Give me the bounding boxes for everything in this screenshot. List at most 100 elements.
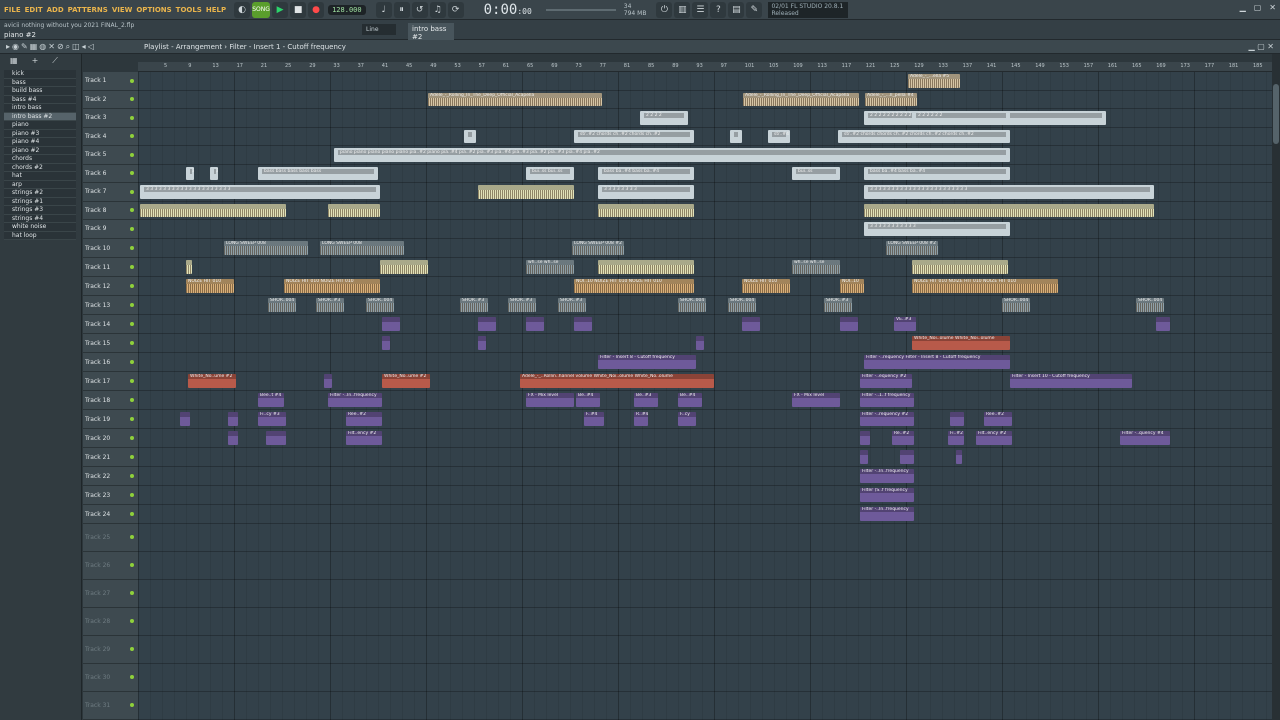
channel-item[interactable]: white noise (4, 223, 76, 232)
track-header[interactable]: Track 8 (83, 202, 138, 220)
auto-clip[interactable] (382, 316, 400, 331)
synth-clip[interactable] (478, 185, 574, 199)
track-header[interactable]: Track 20 (83, 429, 138, 448)
fx-clip[interactable]: White_No..ume #2 (382, 373, 430, 388)
synth-clip[interactable] (140, 203, 286, 217)
track-mute-led[interactable] (130, 378, 134, 383)
noise-clip[interactable]: NOIZE HIT 010 (742, 278, 790, 293)
channel-item[interactable]: hat loop (4, 231, 76, 240)
sweep-clip[interactable]: SHOR..#3 (558, 297, 586, 312)
track-mute-led[interactable] (130, 619, 134, 623)
auto-clip[interactable] (956, 449, 962, 464)
sweep-clip[interactable]: wh..se wh..se (792, 259, 840, 274)
track-header[interactable]: Track 18 (83, 391, 138, 410)
track-mute-led[interactable] (130, 189, 134, 194)
channel-item[interactable]: chords (4, 155, 76, 164)
track-header[interactable]: Track 5 (83, 146, 138, 165)
track-header[interactable]: Track 13 (83, 296, 138, 315)
countdown-icon[interactable]: ↺ (411, 1, 428, 18)
track-mute-led[interactable] (130, 397, 134, 402)
track-header[interactable]: Track 24 (83, 505, 138, 524)
timeline-ruler[interactable]: 5 9 13 17 21 25 29 33 37 41 45 49 53 57 61 65 69 73 77 81 85… (138, 62, 1272, 72)
pattern-clip[interactable]: str..#2 chords chords ch..#2 chords ch..… (838, 129, 1010, 143)
pattern-clip[interactable]: 3 3 3 3 3 3 3 3 3 3 3 3 3 3 3 3 3 3 3 3 (140, 185, 380, 199)
track-mute-led[interactable] (130, 302, 134, 307)
synth-clip[interactable] (328, 203, 380, 217)
track-header[interactable]: Track 11 (83, 258, 138, 277)
pattern-clip[interactable]: 2 2 2 2 (640, 111, 688, 125)
pattern-clip[interactable]: 3 3 3 3 3 3 3 3 3 3 3 3 3 3 3 3 3 3 3 3 … (864, 185, 1154, 199)
track-header[interactable]: Track 29 (83, 636, 138, 664)
menu-view[interactable]: VIEW (112, 6, 133, 14)
picker-add-icon[interactable]: + (32, 56, 39, 68)
channel-item[interactable]: hat (4, 172, 76, 181)
track-header[interactable]: Track 26 (83, 552, 138, 580)
pattern-clip[interactable]: 3 3 3 3 3 3 3 3 3 3 3 (864, 222, 1010, 236)
track-mute-led[interactable] (130, 675, 134, 679)
song-mode-button[interactable]: SONG (252, 1, 271, 18)
track-header[interactable]: Track 16 (83, 353, 138, 372)
pattern-clip[interactable]: 2 2 2 2 2 2 (912, 111, 1010, 125)
channel-item[interactable]: chords #2 (4, 163, 76, 172)
audio-clip[interactable]: Adele_-_Rolling_In_The_Deep_Official_Aca… (428, 92, 602, 106)
track-mute-led[interactable] (130, 454, 134, 459)
auto-clip[interactable] (1156, 316, 1170, 331)
track-mute-led[interactable] (130, 264, 134, 269)
noise-clip[interactable]: NOIZE HIT 010 (186, 278, 234, 293)
track-header[interactable]: Track 12 (83, 277, 138, 296)
track-header[interactable]: Track 28 (83, 608, 138, 636)
auto-clip[interactable]: F..cy (678, 411, 696, 426)
track-mute-led[interactable] (130, 283, 134, 288)
save-icon[interactable]: ▤ (728, 1, 745, 18)
noise-clip[interactable]: NOIZE HIT 010 NOIZE HIT 010 (284, 278, 380, 293)
pattern-clip[interactable]: bui..ss (792, 166, 840, 180)
auto-clip[interactable] (266, 430, 286, 445)
vertical-scrollbar[interactable] (1272, 54, 1280, 720)
fx-clip[interactable]: White_Noi..olume White_Noi..olume (912, 335, 1010, 350)
channel-item[interactable]: kick (4, 70, 76, 79)
maximize-icon[interactable]: ▢ (1254, 3, 1262, 12)
channel-item[interactable]: piano #4 (4, 138, 76, 147)
pattern-clip[interactable] (730, 129, 742, 143)
sweep-clip[interactable]: LONG SWEEP 008 (224, 240, 308, 255)
menu-tools[interactable]: TOOLS (176, 6, 202, 14)
sweep-clip[interactable]: wh..se wh..se (526, 259, 574, 274)
track-header[interactable]: Track 21 (83, 448, 138, 467)
auto-clip[interactable] (382, 335, 390, 350)
plugin-icon[interactable]: ✎ (746, 1, 763, 18)
auto-clip[interactable]: Bee..t #4 (258, 392, 284, 407)
track-mute-led[interactable] (130, 492, 134, 497)
track-header[interactable]: Track 7 (83, 183, 138, 202)
wait-input-icon[interactable]: ⏸ (393, 1, 410, 18)
channel-item[interactable]: build bass (4, 87, 76, 96)
synth-clip[interactable] (380, 259, 428, 274)
auto-clip[interactable] (478, 316, 496, 331)
playlist-window-controls[interactable]: ▁ ▢ ✕ (1249, 42, 1275, 51)
sweep-clip[interactable]: SHOR..004 (366, 297, 394, 312)
track-mute-led[interactable] (130, 171, 134, 176)
auto-clip[interactable]: Filter - Insert 10 - Cutoff frequency (1010, 373, 1132, 388)
track-mute-led[interactable] (130, 134, 134, 139)
playlist-tools-icon[interactable]: ▸◉✎▦◍✕⊘⌕◫◂◁ (6, 42, 96, 52)
synth-clip[interactable] (598, 259, 694, 274)
pattern-clip[interactable]: str..#2 chords ch..#2 chords ch..#2 (574, 129, 694, 143)
sweep-clip[interactable]: SHOR..#3 (508, 297, 536, 312)
track-header[interactable]: Track 4 (83, 128, 138, 146)
audio-clip[interactable]: Adele_-_Rolling_In_The_Deep_Official_Aca… (743, 92, 859, 106)
track-header[interactable]: Track 25 (83, 524, 138, 552)
fx-clip[interactable]: White_No..ume #2 (188, 373, 236, 388)
sweep-clip[interactable]: SHOR..004 (1002, 297, 1030, 312)
auto-clip[interactable]: Filt..ency #2 (346, 430, 382, 445)
channel-item[interactable]: piano (4, 121, 76, 130)
synth-clip[interactable] (598, 203, 694, 217)
sweep-clip[interactable]: LONG SWEEP 008 #2 (886, 240, 938, 255)
auto-clip[interactable]: FX - Mix level (526, 392, 574, 407)
sweep-clip[interactable]: SHOR..#3 (460, 297, 488, 312)
track-header[interactable]: Track 22 (83, 467, 138, 486)
track-mute-led[interactable] (130, 340, 134, 345)
channel-item[interactable]: arp (4, 180, 76, 189)
auto-clip[interactable]: Be..#4 (678, 392, 702, 407)
track-header[interactable]: Track 30 (83, 664, 138, 692)
auto-clip[interactable]: F..#4 (584, 411, 604, 426)
track-mute-led[interactable] (130, 435, 134, 440)
